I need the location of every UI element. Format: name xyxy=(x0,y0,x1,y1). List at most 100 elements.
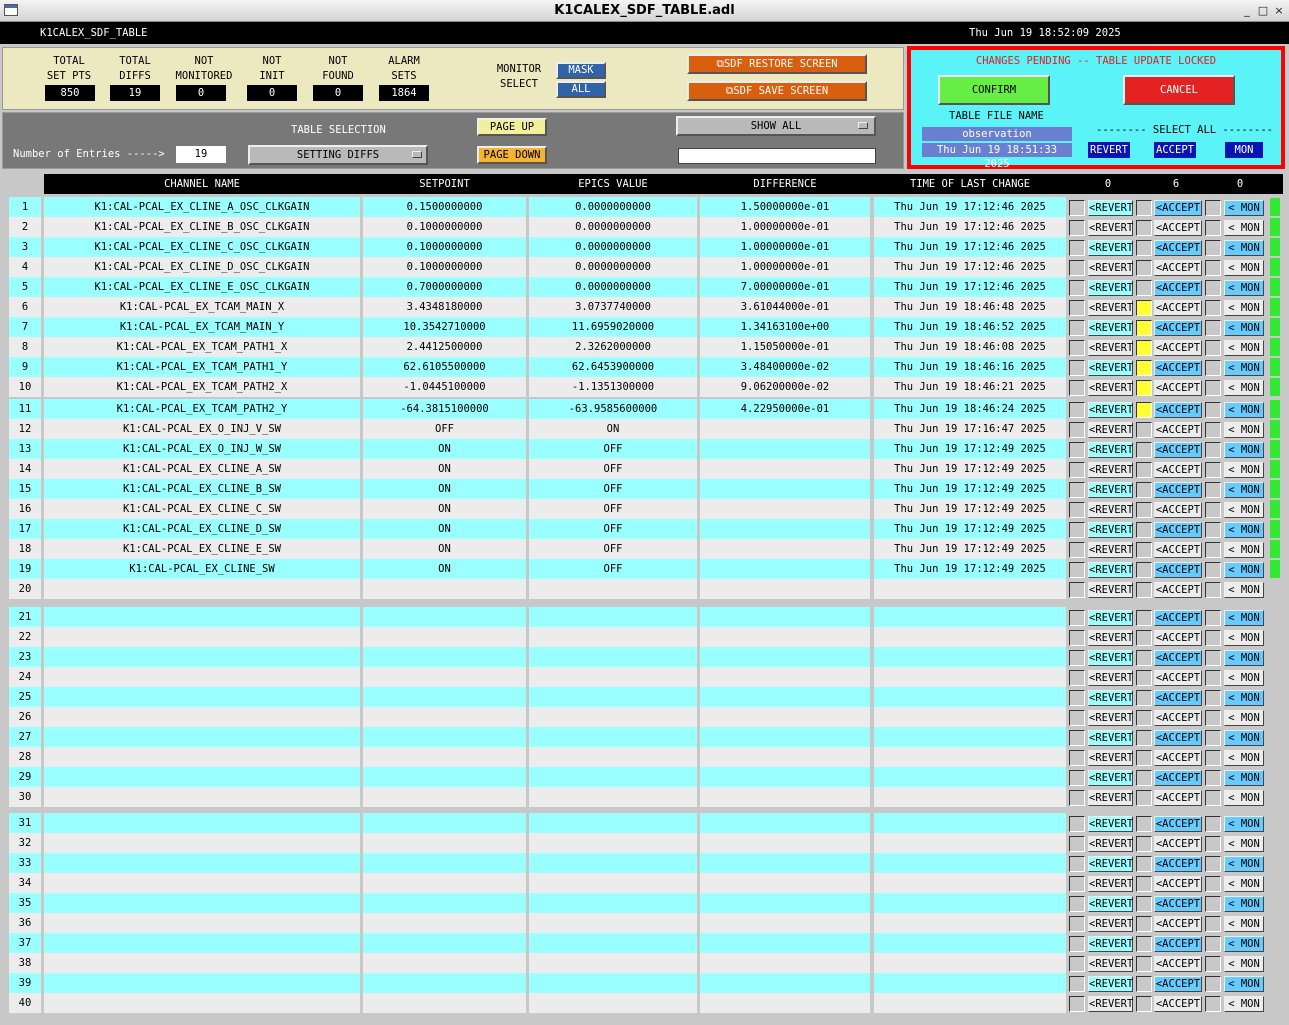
revert-checkbox[interactable] xyxy=(1069,670,1085,686)
confirm-button[interactable]: CONFIRM xyxy=(938,75,1050,105)
revert-button[interactable]: <REVERT xyxy=(1088,856,1133,872)
select-all-mon-button[interactable]: MON xyxy=(1225,142,1263,158)
revert-checkbox[interactable] xyxy=(1069,442,1085,458)
accept-checkbox[interactable] xyxy=(1136,442,1152,458)
mon-checkbox[interactable] xyxy=(1205,320,1221,336)
accept-checkbox[interactable] xyxy=(1136,916,1152,932)
accept-checkbox[interactable] xyxy=(1136,582,1152,598)
revert-checkbox[interactable] xyxy=(1069,956,1085,972)
revert-button[interactable]: <REVERT xyxy=(1088,442,1133,458)
revert-checkbox[interactable] xyxy=(1069,650,1085,666)
accept-button[interactable]: <ACCEPT xyxy=(1154,936,1202,952)
mon-checkbox[interactable] xyxy=(1205,630,1221,646)
revert-button[interactable]: <REVERT xyxy=(1088,730,1133,746)
accept-button[interactable]: <ACCEPT xyxy=(1154,750,1202,766)
mon-button[interactable]: < MON xyxy=(1224,220,1264,236)
mon-button[interactable]: < MON xyxy=(1224,380,1264,396)
mon-checkbox[interactable] xyxy=(1205,220,1221,236)
revert-button[interactable]: <REVERT xyxy=(1088,996,1133,1012)
mon-button[interactable]: < MON xyxy=(1224,690,1264,706)
mon-button[interactable]: < MON xyxy=(1224,320,1264,336)
revert-button[interactable]: <REVERT xyxy=(1088,380,1133,396)
revert-button[interactable]: <REVERT xyxy=(1088,260,1133,276)
revert-button[interactable]: <REVERT xyxy=(1088,220,1133,236)
mon-checkbox[interactable] xyxy=(1205,300,1221,316)
accept-checkbox[interactable] xyxy=(1136,836,1152,852)
mon-checkbox[interactable] xyxy=(1205,750,1221,766)
revert-checkbox[interactable] xyxy=(1069,896,1085,912)
revert-button[interactable]: <REVERT xyxy=(1088,876,1133,892)
mon-button[interactable]: < MON xyxy=(1224,280,1264,296)
accept-checkbox[interactable] xyxy=(1136,522,1152,538)
accept-checkbox[interactable] xyxy=(1136,402,1152,418)
mon-button[interactable]: < MON xyxy=(1224,650,1264,666)
accept-button[interactable]: <ACCEPT xyxy=(1154,790,1202,806)
revert-checkbox[interactable] xyxy=(1069,750,1085,766)
revert-checkbox[interactable] xyxy=(1069,816,1085,832)
mon-button[interactable]: < MON xyxy=(1224,790,1264,806)
accept-button[interactable]: <ACCEPT xyxy=(1154,280,1202,296)
mon-checkbox[interactable] xyxy=(1205,240,1221,256)
revert-button[interactable]: <REVERT xyxy=(1088,542,1133,558)
accept-button[interactable]: <ACCEPT xyxy=(1154,956,1202,972)
revert-button[interactable]: <REVERT xyxy=(1088,482,1133,498)
accept-checkbox[interactable] xyxy=(1136,482,1152,498)
filter-input[interactable] xyxy=(678,148,876,164)
mon-button[interactable]: < MON xyxy=(1224,502,1264,518)
mon-checkbox[interactable] xyxy=(1205,402,1221,418)
revert-checkbox[interactable] xyxy=(1069,200,1085,216)
accept-checkbox[interactable] xyxy=(1136,896,1152,912)
mon-checkbox[interactable] xyxy=(1205,690,1221,706)
mon-button[interactable]: < MON xyxy=(1224,896,1264,912)
revert-checkbox[interactable] xyxy=(1069,422,1085,438)
revert-checkbox[interactable] xyxy=(1069,402,1085,418)
accept-button[interactable]: <ACCEPT xyxy=(1154,916,1202,932)
accept-checkbox[interactable] xyxy=(1136,730,1152,746)
revert-checkbox[interactable] xyxy=(1069,710,1085,726)
mon-checkbox[interactable] xyxy=(1205,260,1221,276)
mon-checkbox[interactable] xyxy=(1205,996,1221,1012)
accept-checkbox[interactable] xyxy=(1136,562,1152,578)
accept-button[interactable]: <ACCEPT xyxy=(1154,856,1202,872)
close-icon[interactable]: × xyxy=(1272,4,1286,18)
accept-button[interactable]: <ACCEPT xyxy=(1154,402,1202,418)
table-selection-dropdown[interactable]: SETTING DIFFS xyxy=(248,145,428,165)
revert-checkbox[interactable] xyxy=(1069,610,1085,626)
revert-checkbox[interactable] xyxy=(1069,542,1085,558)
mon-checkbox[interactable] xyxy=(1205,442,1221,458)
mon-button[interactable]: < MON xyxy=(1224,876,1264,892)
accept-checkbox[interactable] xyxy=(1136,650,1152,666)
mon-button[interactable]: < MON xyxy=(1224,442,1264,458)
revert-button[interactable]: <REVERT xyxy=(1088,300,1133,316)
revert-button[interactable]: <REVERT xyxy=(1088,956,1133,972)
revert-checkbox[interactable] xyxy=(1069,300,1085,316)
mon-checkbox[interactable] xyxy=(1205,956,1221,972)
accept-button[interactable]: <ACCEPT xyxy=(1154,770,1202,786)
accept-button[interactable]: <ACCEPT xyxy=(1154,876,1202,892)
mon-checkbox[interactable] xyxy=(1205,916,1221,932)
mon-checkbox[interactable] xyxy=(1205,522,1221,538)
accept-button[interactable]: <ACCEPT xyxy=(1154,610,1202,626)
revert-button[interactable]: <REVERT xyxy=(1088,710,1133,726)
mon-button[interactable]: < MON xyxy=(1224,996,1264,1012)
accept-checkbox[interactable] xyxy=(1136,422,1152,438)
mon-checkbox[interactable] xyxy=(1205,422,1221,438)
mon-button[interactable]: < MON xyxy=(1224,240,1264,256)
accept-checkbox[interactable] xyxy=(1136,956,1152,972)
revert-checkbox[interactable] xyxy=(1069,320,1085,336)
all-button[interactable]: ALL xyxy=(556,81,606,98)
accept-checkbox[interactable] xyxy=(1136,340,1152,356)
revert-checkbox[interactable] xyxy=(1069,856,1085,872)
accept-button[interactable]: <ACCEPT xyxy=(1154,220,1202,236)
revert-button[interactable]: <REVERT xyxy=(1088,610,1133,626)
revert-button[interactable]: <REVERT xyxy=(1088,690,1133,706)
revert-button[interactable]: <REVERT xyxy=(1088,670,1133,686)
accept-checkbox[interactable] xyxy=(1136,710,1152,726)
mon-button[interactable]: < MON xyxy=(1224,730,1264,746)
revert-button[interactable]: <REVERT xyxy=(1088,650,1133,666)
revert-checkbox[interactable] xyxy=(1069,482,1085,498)
accept-button[interactable]: <ACCEPT xyxy=(1154,240,1202,256)
mon-checkbox[interactable] xyxy=(1205,562,1221,578)
mon-button[interactable]: < MON xyxy=(1224,582,1264,598)
accept-button[interactable]: <ACCEPT xyxy=(1154,380,1202,396)
